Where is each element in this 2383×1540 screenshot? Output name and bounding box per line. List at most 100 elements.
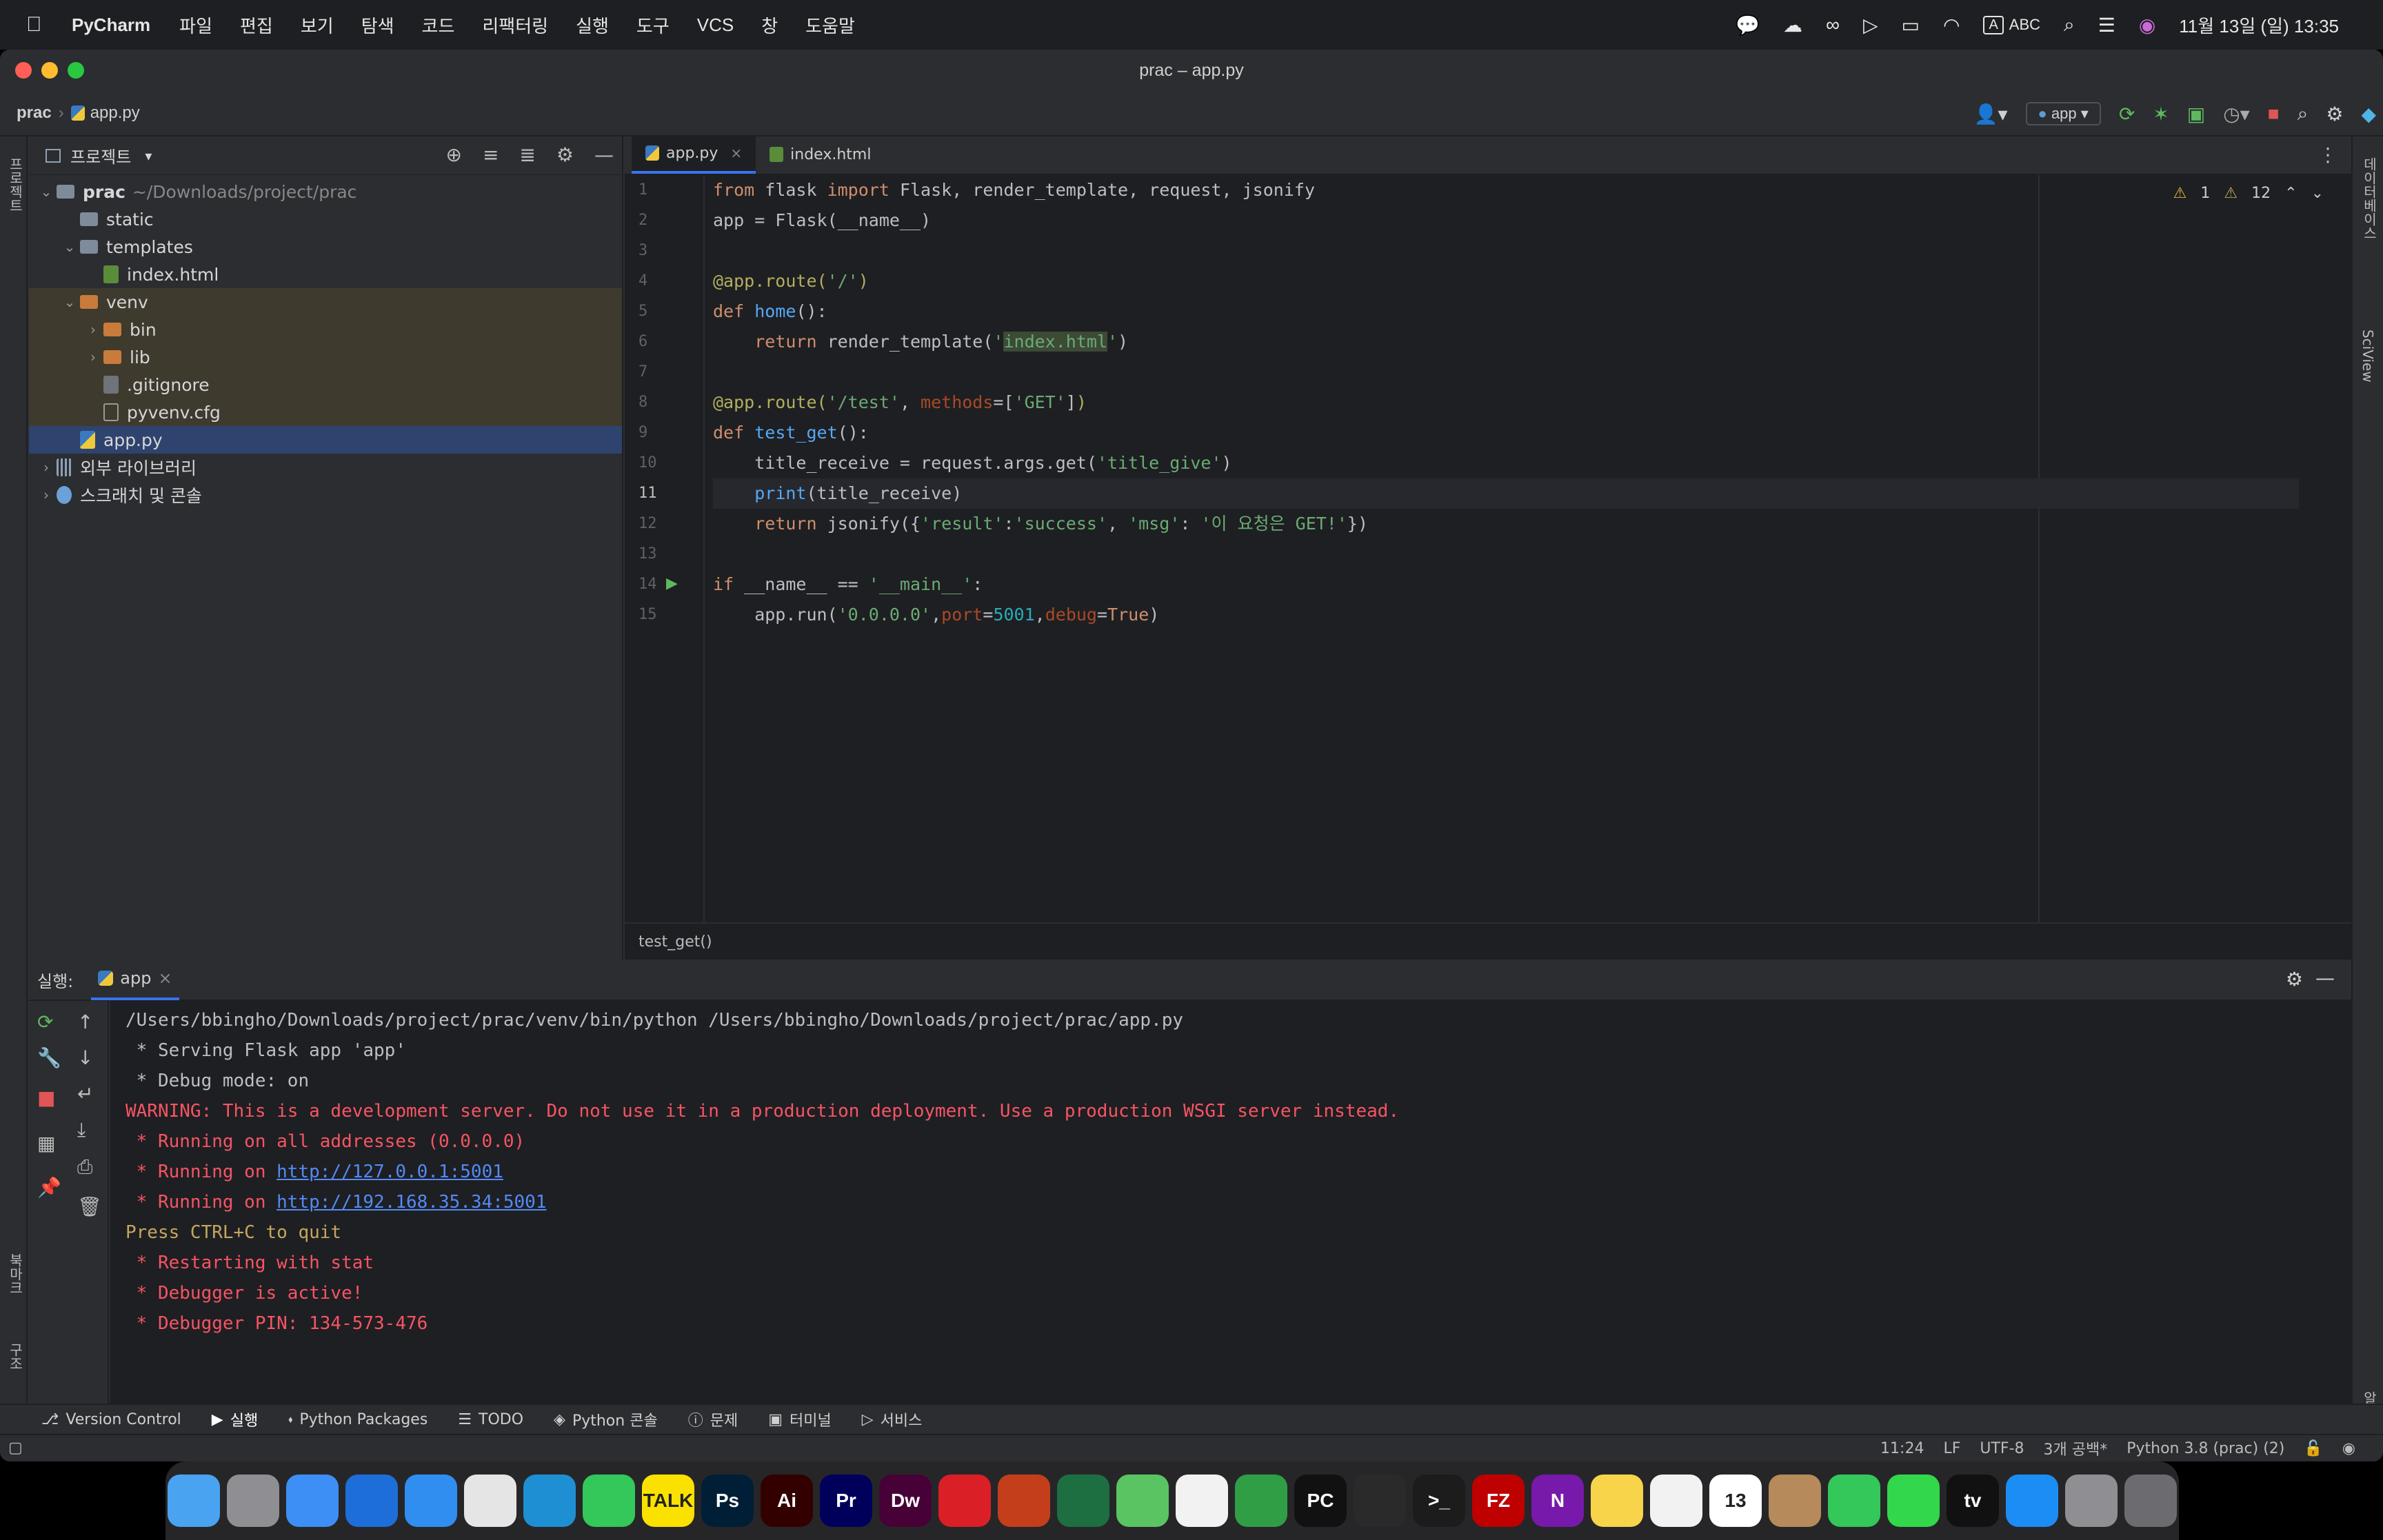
profile-icon[interactable]: ◷▾ — [2223, 103, 2250, 125]
window-zoom-button[interactable] — [68, 62, 84, 79]
chevron-icon[interactable]: › — [83, 349, 103, 365]
panel-toggle-icon[interactable]: ▢ — [8, 1439, 23, 1457]
next-highlight-icon[interactable]: ⌄ — [2311, 185, 2324, 202]
lock-icon[interactable]: 🔓 — [2304, 1440, 2322, 1457]
menu-window[interactable]: 창 — [761, 12, 778, 38]
editor-more-icon[interactable]: ⋮ — [2318, 143, 2337, 166]
creative-cloud-icon[interactable] — [938, 1475, 991, 1527]
launchpad-icon[interactable] — [227, 1475, 279, 1527]
function-breadcrumb[interactable]: test_get() — [639, 933, 712, 951]
line-number[interactable]: 9 — [625, 418, 703, 448]
cloud-icon[interactable]: ☁ — [1783, 14, 1802, 37]
console-link-lan[interactable]: http://192.168.35.34:5001 — [276, 1192, 546, 1213]
project-tree-item[interactable]: › 외부 라이브러리 — [29, 454, 622, 481]
apple-menu-icon[interactable]:  — [26, 13, 54, 37]
hide-panel-icon[interactable]: — — [594, 143, 614, 166]
tab-index-html[interactable]: index.html — [756, 135, 885, 174]
find-my-icon[interactable] — [1887, 1475, 1940, 1527]
line-number[interactable]: 5 — [625, 296, 703, 327]
line-number[interactable]: 11 — [625, 478, 703, 509]
appletv-icon[interactable]: tv — [1947, 1475, 1999, 1527]
play-circle-icon[interactable]: ▷ — [1863, 14, 1878, 37]
line-number[interactable]: 12 — [625, 509, 703, 539]
chevron-icon[interactable]: › — [36, 487, 57, 503]
pin-icon[interactable]: 📌 — [37, 1176, 61, 1199]
database-tool-window-button[interactable]: 데이터베이스 — [2360, 157, 2380, 240]
python-console-button[interactable]: ◈ Python 콘솔 — [554, 1408, 658, 1430]
chrome-icon[interactable] — [464, 1475, 516, 1527]
project-panel-title[interactable]: 프로젝트 — [70, 143, 131, 168]
terminal-button[interactable]: ▣ 터미널 — [768, 1408, 832, 1430]
debug-icon[interactable]: ✶ — [2153, 103, 2169, 125]
run-gutter-icon[interactable]: ▶ — [666, 575, 678, 592]
locate-file-icon[interactable]: ⊕ — [445, 143, 461, 166]
expand-all-icon[interactable]: ≡ — [483, 143, 499, 166]
notes-icon[interactable] — [1591, 1475, 1643, 1527]
menu-refactor[interactable]: 리팩터링 — [482, 12, 548, 38]
maps-icon[interactable] — [1116, 1475, 1169, 1527]
project-tree-item[interactable]: › lib — [29, 343, 622, 371]
chevron-icon[interactable]: › — [83, 321, 103, 338]
spotlight-search-icon[interactable]: ⌕ — [2064, 14, 2075, 37]
soft-wrap-icon[interactable]: ↵ — [77, 1082, 93, 1105]
sciview-tool-window-button[interactable]: SciView — [2360, 330, 2376, 383]
line-number[interactable]: 8 — [625, 387, 703, 418]
illustrator-icon[interactable]: Ai — [761, 1475, 813, 1527]
collapse-all-icon[interactable]: ≣ — [519, 143, 535, 166]
messages-icon[interactable] — [583, 1475, 635, 1527]
photos-icon[interactable] — [1176, 1475, 1228, 1527]
line-number[interactable]: 7 — [625, 357, 703, 387]
trash-icon[interactable] — [2124, 1475, 2177, 1527]
mail-icon[interactable] — [286, 1475, 339, 1527]
safari-icon[interactable] — [405, 1475, 457, 1527]
chevron-icon[interactable]: › — [36, 459, 57, 476]
menu-code[interactable]: 코드 — [422, 12, 455, 38]
cursor-position[interactable]: 11:24 — [1880, 1440, 1924, 1457]
console-link-localhost[interactable]: http://127.0.0.1:5001 — [276, 1162, 503, 1182]
calendar-icon[interactable]: 13 — [1709, 1475, 1762, 1527]
stop-icon[interactable]: ■ — [2268, 103, 2280, 125]
project-tree-item[interactable]: app.py — [29, 426, 622, 454]
line-number[interactable]: 1 — [625, 175, 703, 205]
hide-run-panel-icon[interactable]: — — [2315, 966, 2335, 989]
kakaotalk-icon[interactable]: TALK — [642, 1475, 694, 1527]
jetbrains-ai-icon[interactable]: ◆ — [2361, 103, 2376, 125]
breadcrumb-project[interactable]: prac — [17, 103, 52, 123]
scroll-down-icon[interactable]: ↓ — [77, 1046, 93, 1069]
trash-icon[interactable]: 🗑 — [77, 1195, 102, 1218]
window-close-button[interactable] — [15, 62, 32, 79]
menu-vcs[interactable]: VCS — [697, 14, 734, 36]
tab-app-py[interactable]: app.py × — [632, 135, 756, 174]
indent-setting[interactable]: 3개 공백* — [2044, 1437, 2108, 1459]
onedrive-icon[interactable] — [345, 1475, 398, 1527]
siri-icon[interactable]: ◉ — [2139, 14, 2155, 37]
project-tree-item[interactable]: ⌄ prac ~/Downloads/project/prac — [29, 178, 622, 205]
structure-tool-window-button[interactable]: 구조 — [6, 1343, 26, 1370]
onenote-icon[interactable]: N — [1531, 1475, 1584, 1527]
run-button[interactable]: ▶ 실행 — [212, 1408, 258, 1430]
menu-run[interactable]: 실행 — [576, 12, 609, 38]
pycharm-icon[interactable]: PC — [1294, 1475, 1347, 1527]
project-tree-item[interactable]: index.html — [29, 261, 622, 288]
menu-tools[interactable]: 도구 — [636, 12, 670, 38]
file-encoding[interactable]: UTF-8 — [1980, 1440, 2024, 1457]
search-everywhere-icon[interactable]: ⌕ — [2297, 103, 2309, 125]
line-number[interactable]: 14 — [625, 569, 703, 600]
reminders-icon[interactable] — [1650, 1475, 1702, 1527]
line-number[interactable]: 4 — [625, 266, 703, 296]
run-configuration-select[interactable]: ● app ▾ — [2025, 102, 2101, 125]
run-console-output[interactable]: /Users/bbingho/Downloads/project/prac/ve… — [110, 1001, 2351, 1449]
premiere-icon[interactable]: Pr — [820, 1475, 872, 1527]
options-gear-icon[interactable]: ⚙ — [556, 143, 574, 166]
close-tab-icon[interactable]: × — [158, 969, 172, 988]
menubar-clock[interactable]: 11월 13일 (일) 13:35 — [2179, 12, 2339, 38]
leaf-icon[interactable] — [1235, 1475, 1287, 1527]
photoshop-icon[interactable]: Ps — [701, 1475, 754, 1527]
rerun-icon[interactable]: ⟳ — [2119, 103, 2135, 125]
chevron-icon[interactable]: ⌄ — [59, 294, 80, 310]
close-tab-icon[interactable]: × — [730, 145, 742, 161]
filezilla-icon[interactable]: FZ — [1472, 1475, 1525, 1527]
rerun-icon[interactable]: ⟳ — [37, 1011, 53, 1033]
project-tree-item[interactable]: ⌄ venv — [29, 288, 622, 316]
services-button[interactable]: ▷ 서비스 — [862, 1408, 923, 1430]
